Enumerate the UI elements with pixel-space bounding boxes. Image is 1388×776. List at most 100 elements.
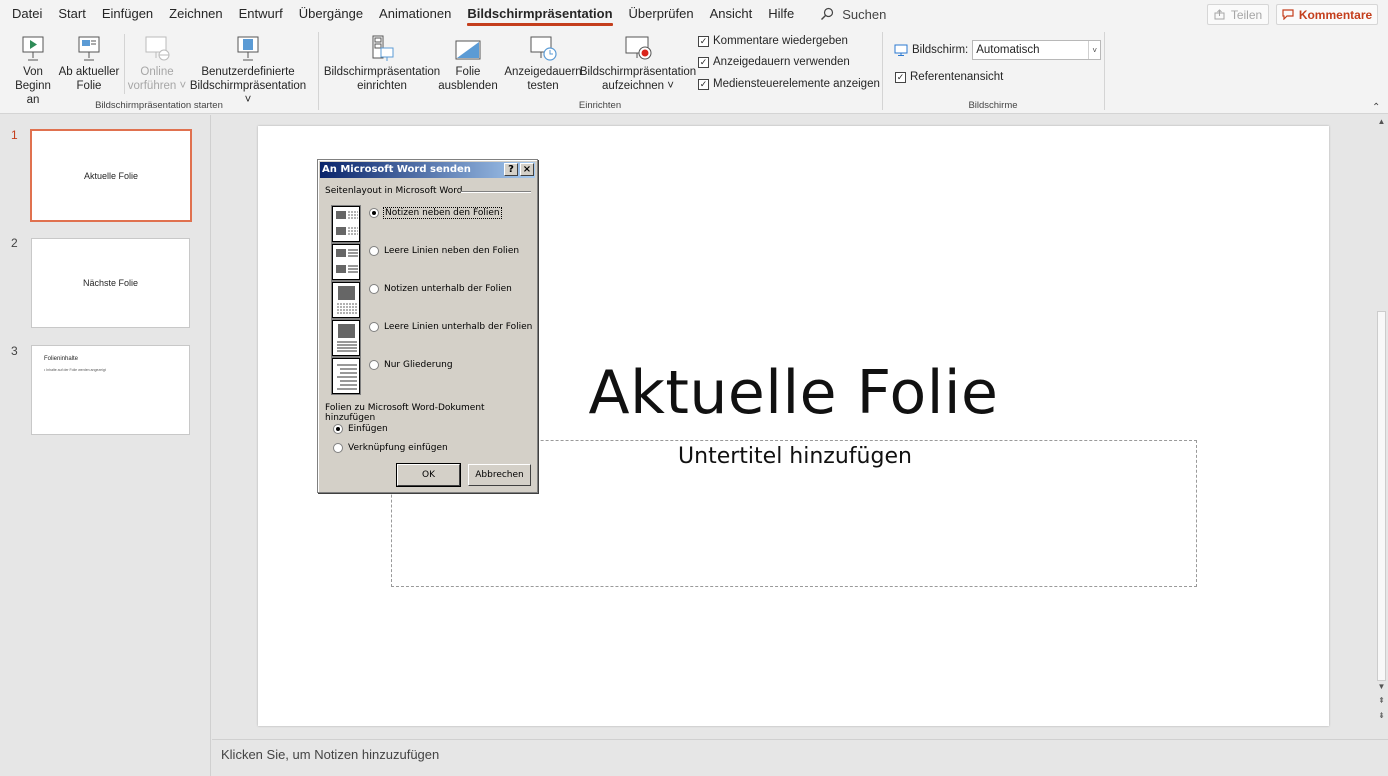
scroll-up-icon[interactable]: ▲ [1375, 117, 1388, 126]
notes-placeholder: Klicken Sie, um Notizen hinzuzufügen [221, 747, 440, 762]
from-current-button[interactable]: Ab aktueller Folie [58, 32, 120, 93]
notes-pane[interactable]: Klicken Sie, um Notizen hinzuzufügen [212, 739, 1388, 776]
radio-unselected-icon [333, 443, 343, 453]
layout-radio-notes-beside[interactable]: Notizen neben den Folien [369, 207, 502, 219]
radio-label: Verknüpfung einfügen [348, 443, 448, 453]
scroll-down-icon[interactable]: ▼ [1375, 682, 1388, 691]
thumbnail-text: Aktuelle Folie [83, 170, 139, 181]
tab-ueberpruefen[interactable]: Überprüfen [621, 0, 702, 28]
use-timings-checkbox[interactable]: ✓ Anzeigedauern verwenden [698, 56, 850, 68]
dialog-titlebar[interactable]: An Microsoft Word senden [320, 162, 535, 178]
layout-radio-lines-below[interactable]: Leere Linien unterhalb der Folien [369, 322, 532, 332]
present-online-button[interactable]: Online vorführen ˅ [126, 32, 188, 93]
share-icon [1214, 9, 1225, 20]
chevron-down-icon: ˅ [1088, 41, 1100, 59]
custom-show-button[interactable]: Benutzerdefinierte Bildschirmpräsentatio… [186, 32, 310, 107]
radio-label: Nur Gliederung [384, 360, 453, 370]
comment-icon [1282, 9, 1294, 20]
slide-thumbnail-2[interactable]: Nächste Folie [31, 238, 190, 328]
monitor-select[interactable]: Automatisch ˅ [972, 40, 1102, 60]
radio-unselected-icon [369, 322, 379, 332]
presenter-view-label: Referentenansicht [910, 71, 1004, 83]
tab-entwurf[interactable]: Entwurf [231, 0, 291, 28]
rehearse-line1: Anzeigedauern [504, 66, 582, 78]
comments-label: Kommentare [1298, 7, 1373, 22]
next-slide-icon[interactable]: ⇟ [1375, 711, 1388, 720]
radio-unselected-icon [369, 360, 379, 370]
setup-show-icon [372, 35, 394, 61]
group-label-setup: Einrichten [578, 100, 622, 111]
checkbox-checked-icon: ✓ [698, 56, 709, 68]
media-controls-label: Mediensteuerelemente anzeigen [713, 78, 880, 90]
thumbnail-title: Folieninhalte [44, 356, 79, 362]
tab-ansicht[interactable]: Ansicht [702, 0, 761, 28]
add-radio-paste[interactable]: Einfügen [333, 424, 388, 434]
monitor-label: Bildschirm: [912, 44, 969, 56]
play-from-start-icon [22, 36, 44, 61]
radio-unselected-icon [369, 246, 379, 256]
rehearse-timings-button[interactable]: Anzeigedauern testen [504, 32, 582, 93]
previous-slide-icon[interactable]: ⇞ [1375, 696, 1388, 705]
custom-show-icon [237, 36, 259, 61]
rehearse-timings-icon [530, 36, 557, 61]
tab-datei[interactable]: Datei [4, 0, 50, 28]
ribbon: Von Beginn an Ab aktueller Folie Online … [0, 28, 1388, 114]
layout-radio-outline[interactable]: Nur Gliederung [369, 360, 453, 370]
search-label: Suchen [842, 6, 887, 22]
record-line2: aufzeichnen ˅ [602, 80, 674, 92]
monitor-icon [894, 44, 908, 56]
slide-number: 2 [11, 236, 18, 250]
layout-radio-lines-beside[interactable]: Leere Linien neben den Folien [369, 246, 519, 256]
notes-below-slides-icon [331, 281, 361, 319]
tab-uebergaenge[interactable]: Übergänge [291, 0, 371, 28]
group-separator [1104, 32, 1105, 110]
monitor-select-value: Automatisch [976, 44, 1040, 56]
setup-show-line2: einrichten [357, 80, 407, 92]
from-current-line2: Folie [76, 80, 102, 92]
vertical-scrollbar[interactable]: ▲ ▼ ⇞ ⇟ [1375, 115, 1388, 739]
comments-button[interactable]: Kommentare [1276, 4, 1378, 25]
separator [124, 34, 125, 94]
search-box[interactable]: Suchen [820, 7, 886, 22]
tab-bildschirmpraesentation[interactable]: Bildschirmpräsentation [459, 0, 620, 28]
slide-number: 3 [11, 344, 18, 358]
setup-show-button[interactable]: Bildschirmpräsentation einrichten [324, 32, 440, 93]
radio-label: Leere Linien neben den Folien [384, 246, 520, 256]
group-label-screens: Bildschirme [968, 100, 1018, 111]
blank-lines-beside-slides-icon [331, 243, 361, 281]
present-online-line2: vorführen ˅ [127, 80, 187, 92]
checkbox-checked-icon: ✓ [698, 35, 709, 47]
collapse-ribbon-icon[interactable]: ⌃ [1372, 102, 1380, 113]
group-separator [882, 32, 883, 110]
tab-animationen[interactable]: Animationen [371, 0, 459, 28]
ok-button[interactable]: OK [396, 463, 461, 487]
share-button[interactable]: Teilen [1207, 4, 1269, 25]
tab-einfuegen[interactable]: Einfügen [94, 0, 161, 28]
add-radio-paste-link[interactable]: Verknüpfung einfügen [333, 443, 448, 453]
slide-thumbnail-1[interactable]: Aktuelle Folie [30, 129, 192, 222]
setup-show-line1: Bildschirmpräsentation [323, 66, 441, 78]
scrollbar-thumb[interactable] [1377, 311, 1386, 681]
thumbnail-bullet: • Inhalte auf der Folie werden angezeigt [44, 368, 106, 372]
present-online-icon [145, 36, 170, 61]
checkbox-checked-icon: ✓ [895, 71, 906, 83]
play-comments-checkbox[interactable]: ✓ Kommentare wiedergeben [698, 35, 848, 47]
slide-thumbnail-3[interactable]: Folieninhalte • Inhalte auf der Folie we… [31, 345, 190, 435]
close-icon[interactable]: × [520, 163, 534, 176]
layout-radio-notes-below[interactable]: Notizen unterhalb der Folien [369, 284, 512, 294]
divider [461, 191, 531, 193]
cancel-button[interactable]: Abbrechen [468, 464, 531, 486]
hide-slide-button[interactable]: Folie ausblenden [438, 32, 498, 93]
tab-zeichnen[interactable]: Zeichnen [161, 0, 230, 28]
outline-only-icon [331, 357, 361, 395]
presenter-view-checkbox[interactable]: ✓ Referentenansicht [895, 71, 1003, 83]
hide-slide-icon [455, 40, 481, 60]
from-start-button[interactable]: Von Beginn an [8, 32, 58, 107]
help-button[interactable]: ? [504, 163, 518, 176]
tab-start[interactable]: Start [50, 0, 93, 28]
record-show-button[interactable]: Bildschirmpräsentation aufzeichnen ˅ [580, 32, 696, 93]
media-controls-checkbox[interactable]: ✓ Mediensteuerelemente anzeigen [698, 78, 880, 90]
send-to-word-dialog: An Microsoft Word senden ? × Seitenlayou… [317, 159, 538, 493]
slide-thumbnail-pane: 1 Aktuelle Folie 2 Nächste Folie 3 Folie… [0, 115, 211, 776]
tab-hilfe[interactable]: Hilfe [760, 0, 802, 28]
